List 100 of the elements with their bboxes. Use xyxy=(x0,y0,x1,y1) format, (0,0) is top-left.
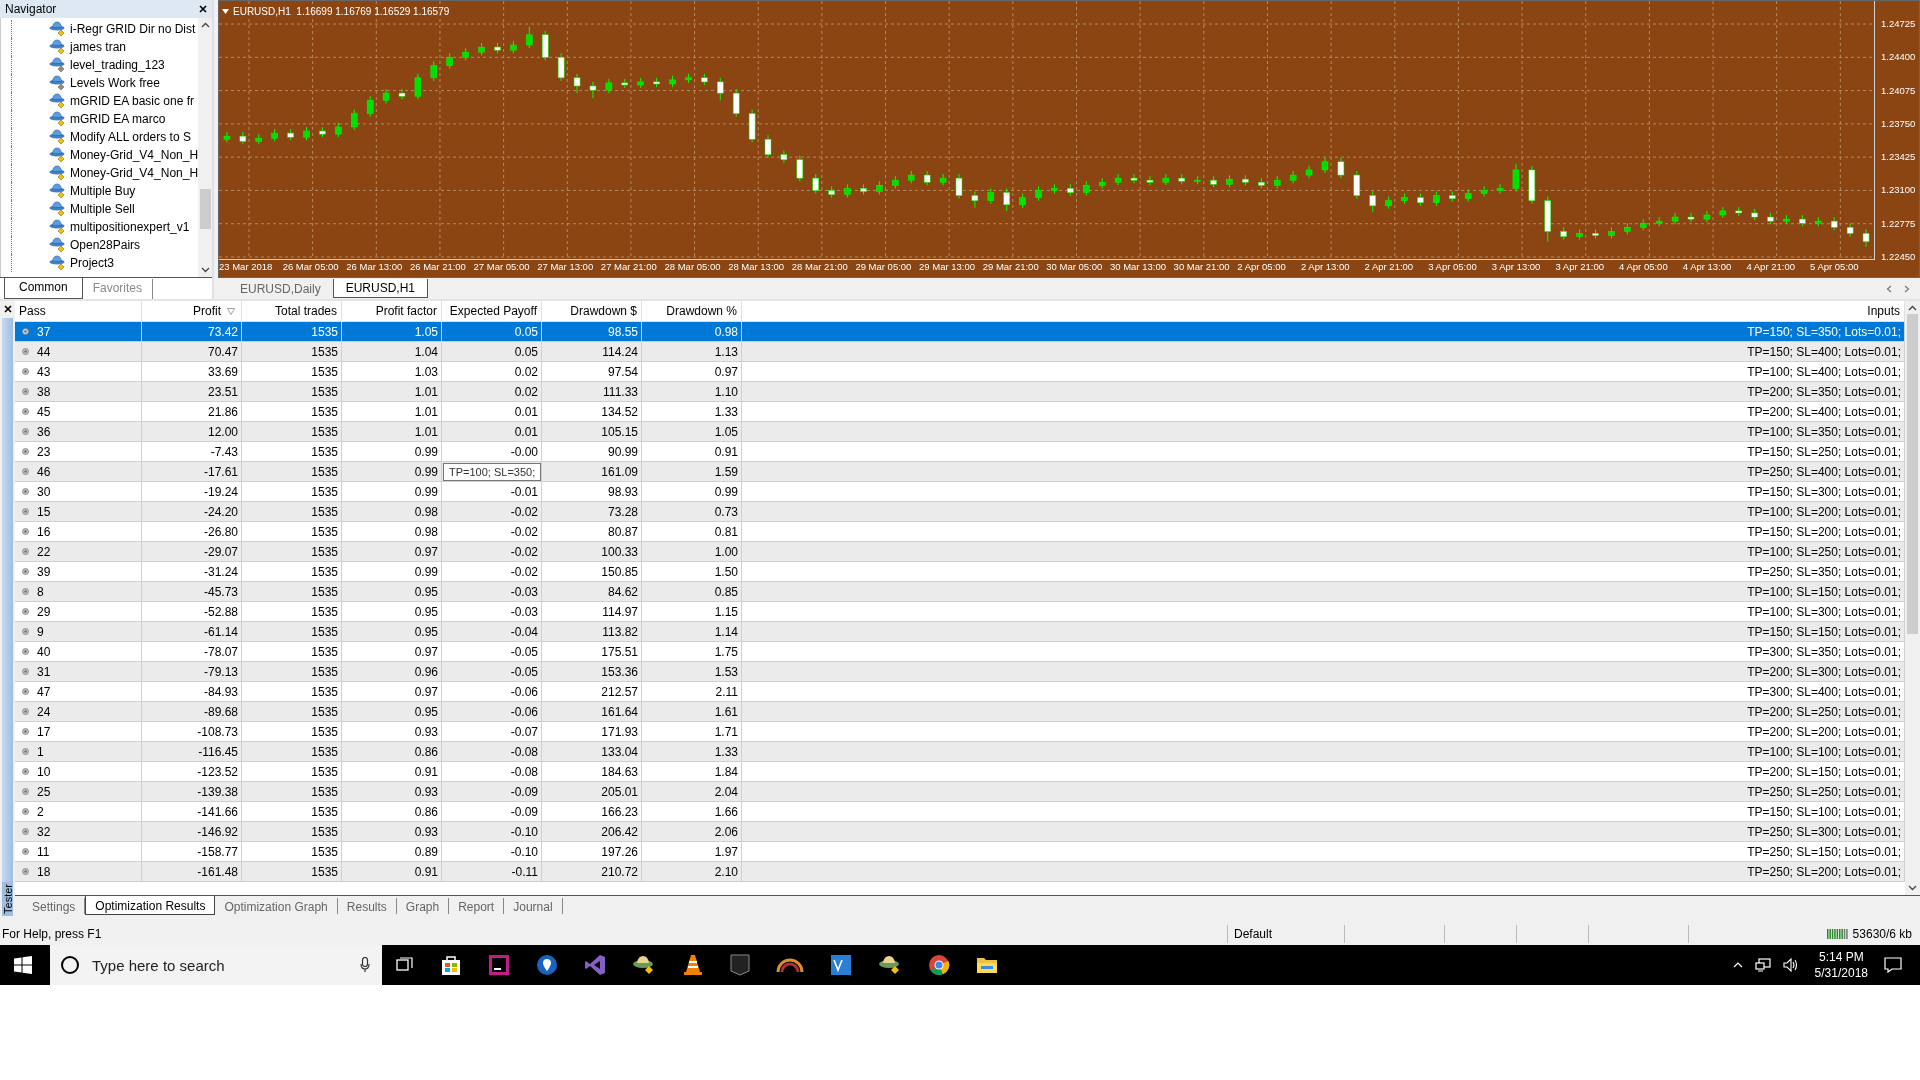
scrollbar-thumb[interactable] xyxy=(1907,314,1918,634)
scroll-down-icon[interactable] xyxy=(201,267,211,273)
navigator-item[interactable]: Multiple Buy xyxy=(70,184,136,198)
table-row[interactable]: 11 -158.77 1535 0.89 -0.10 197.26 1.97 TP=250; SL=150; Lots=0.01; xyxy=(15,842,1905,862)
navigator-item[interactable]: Multiple Sell xyxy=(70,202,135,216)
map-pin-icon[interactable] xyxy=(536,954,558,976)
column-header[interactable]: Pass xyxy=(19,304,46,318)
tester-tab[interactable]: Results xyxy=(337,898,397,914)
column-header[interactable]: Profit xyxy=(193,304,221,318)
navigator-item[interactable]: mGRID EA basic one fr xyxy=(70,94,195,108)
hat-icon[interactable] xyxy=(632,954,656,976)
table-row[interactable]: 43 33.69 1535 1.03 0.02 97.54 0.97 TP=100; SL=400; Lots=0.01; xyxy=(15,362,1905,382)
shield-icon[interactable] xyxy=(730,954,750,976)
column-header[interactable]: Drawdown % xyxy=(666,304,737,318)
column-header[interactable]: Expected Payoff xyxy=(449,304,537,318)
chevron-up-icon[interactable] xyxy=(1732,962,1743,968)
app-tile-icon[interactable] xyxy=(488,954,510,976)
table-row[interactable]: 24 -89.68 1535 0.95 -0.06 161.64 1.61 TP=200; SL=250; Lots=0.01; xyxy=(15,702,1905,722)
table-row[interactable]: 15 -24.20 1535 0.98 -0.02 73.28 0.73 TP=100; SL=200; Lots=0.01; xyxy=(15,502,1905,522)
table-row[interactable]: 10 -123.52 1535 0.91 -0.08 184.63 1.84 TP=200; SL=150; Lots=0.01; xyxy=(15,762,1905,782)
clock-time[interactable]: 5:14 PM xyxy=(1818,949,1864,965)
scroll-up-icon[interactable] xyxy=(201,22,211,28)
app-tile-icon[interactable] xyxy=(830,954,852,976)
folder-icon[interactable] xyxy=(976,955,998,975)
ribbon-icon[interactable] xyxy=(584,954,606,976)
navigator-item[interactable]: level_trading_123 xyxy=(70,58,165,72)
table-row[interactable]: 30 -19.24 1535 0.99 -0.01 98.93 0.99 TP=150; SL=300; Lots=0.01; xyxy=(15,482,1905,502)
traffic-cone-icon[interactable] xyxy=(682,954,704,976)
speaker-icon[interactable] xyxy=(1782,958,1799,972)
clock-date[interactable]: 5/31/2018 xyxy=(1814,965,1868,981)
table-cell: 0.97 xyxy=(714,364,738,379)
table-row[interactable]: 36 12.00 1535 1.01 0.01 105.15 1.05 TP=100; SL=350; Lots=0.01; xyxy=(15,422,1905,442)
tester-tab[interactable]: Optimization Graph xyxy=(215,898,338,914)
shopping-bag-icon[interactable] xyxy=(440,954,462,976)
table-row[interactable]: 16 -26.80 1535 0.98 -0.02 80.87 0.81 TP=150; SL=200; Lots=0.01; xyxy=(15,522,1905,542)
scrollbar[interactable] xyxy=(198,18,212,277)
table-row[interactable]: 2 -141.66 1535 0.86 -0.09 166.23 1.66 TP=150; SL=100; Lots=0.01; xyxy=(15,802,1905,822)
table-row[interactable]: 18 -161.48 1535 0.91 -0.11 210.72 2.10 TP=250; SL=200; Lots=0.01; xyxy=(15,862,1905,882)
table-row[interactable]: 44 70.47 1535 1.04 0.05 114.24 1.13 TP=150; SL=400; Lots=0.01; xyxy=(15,342,1905,362)
scroll-down-icon[interactable] xyxy=(1908,885,1917,891)
scroll-right-icon[interactable] xyxy=(1904,284,1910,293)
table-row[interactable]: 25 -139.38 1535 0.93 -0.09 205.01 2.04 TP=250; SL=250; Lots=0.01; xyxy=(15,782,1905,802)
table-row[interactable]: 40 -78.07 1535 0.97 -0.05 175.51 1.75 TP=300; SL=350; Lots=0.01; xyxy=(15,642,1905,662)
search-field[interactable]: Type here to search xyxy=(90,955,350,975)
task-view-icon[interactable] xyxy=(396,957,414,973)
hat-icon[interactable] xyxy=(878,954,902,976)
chart-tab[interactable]: EURUSD,H1 xyxy=(332,279,429,298)
table-row[interactable]: 29 -52.88 1535 0.95 -0.03 114.97 1.15 TP=100; SL=300; Lots=0.01; xyxy=(15,602,1905,622)
search-box[interactable]: Type here to search xyxy=(50,945,382,985)
column-header[interactable]: Inputs xyxy=(1867,304,1900,318)
dropdown-arrow-icon[interactable] xyxy=(222,9,229,14)
navigator-item[interactable]: Open28Pairs xyxy=(70,238,141,252)
candle xyxy=(1337,157,1345,179)
navigator-item[interactable]: Money-Grid_V4_Non_H xyxy=(70,166,199,180)
table-cell: 166.23 xyxy=(601,804,638,819)
network-icon[interactable] xyxy=(1754,958,1771,972)
chart-tab[interactable]: EURUSD,Daily xyxy=(228,279,333,298)
table-row[interactable]: 17 -108.73 1535 0.93 -0.07 171.93 1.71 TP=200; SL=200; Lots=0.01; xyxy=(15,722,1905,742)
table-row[interactable]: 39 -31.24 1535 0.99 -0.02 150.85 1.50 TP=250; SL=350; Lots=0.01; xyxy=(15,562,1905,582)
close-icon[interactable] xyxy=(199,5,207,13)
tester-tab[interactable]: Graph xyxy=(396,898,450,914)
table-cell: 11 xyxy=(37,844,50,859)
table-row[interactable]: 47 -84.93 1535 0.97 -0.06 212.57 2.11 TP=300; SL=400; Lots=0.01; xyxy=(15,682,1905,702)
scroll-left-icon[interactable] xyxy=(1886,284,1892,293)
windows-logo-icon[interactable] xyxy=(14,956,32,974)
column-header[interactable]: Drawdown $ xyxy=(570,304,637,318)
table-row[interactable]: 1 -116.45 1535 0.86 -0.08 133.04 1.33 TP=100; SL=100; Lots=0.01; xyxy=(15,742,1905,762)
navigator-item[interactable]: Levels Work free xyxy=(70,76,160,90)
candle xyxy=(876,180,883,196)
table-row[interactable]: 23 -7.43 1535 0.99 -0.00 90.99 0.91 TP=150; SL=250; Lots=0.01; xyxy=(15,442,1905,462)
close-icon[interactable] xyxy=(3,305,12,313)
tester-tab[interactable]: Optimization Results xyxy=(85,896,216,915)
scrollbar-thumb[interactable] xyxy=(200,189,212,229)
navigator-item[interactable]: Project3 xyxy=(70,256,115,270)
navigator-item[interactable]: Modify ALL orders to S xyxy=(70,130,191,144)
table-row[interactable]: 22 -29.07 1535 0.97 -0.02 100.33 1.00 TP=100; SL=250; Lots=0.01; xyxy=(15,542,1905,562)
table-row[interactable]: 31 -79.13 1535 0.96 -0.05 153.36 1.53 TP=200; SL=300; Lots=0.01; xyxy=(15,662,1905,682)
navigator-tab[interactable]: Common xyxy=(4,278,83,299)
table-row[interactable]: 45 21.86 1535 1.01 0.01 134.52 1.33 TP=200; SL=400; Lots=0.01; xyxy=(15,402,1905,422)
table-row[interactable]: 32 -146.92 1535 0.93 -0.10 206.42 2.06 TP=250; SL=300; Lots=0.01; xyxy=(15,822,1905,842)
table-row[interactable]: 37 73.42 1535 1.05 0.05 98.55 0.98 TP=150; SL=350; Lots=0.01; xyxy=(15,322,1905,342)
table-row[interactable]: 38 23.51 1535 1.01 0.02 111.33 1.10 TP=200; SL=350; Lots=0.01; xyxy=(15,382,1905,402)
tester-tab[interactable]: Journal xyxy=(504,898,563,914)
scrollbar[interactable] xyxy=(1905,301,1920,895)
notification-icon[interactable] xyxy=(1884,957,1902,973)
navigator-item[interactable]: i-Regr GRID Dir no Dist xyxy=(70,22,196,36)
column-header[interactable]: Total trades xyxy=(274,304,337,318)
table-row[interactable]: 9 -61.14 1535 0.95 -0.04 113.82 1.14 TP=150; SL=150; Lots=0.01; xyxy=(15,622,1905,642)
table-row[interactable]: 8 -45.73 1535 0.95 -0.03 84.62 0.85 TP=100; SL=150; Lots=0.01; xyxy=(15,582,1905,602)
tester-tab[interactable]: Report xyxy=(449,898,505,914)
navigator-tab[interactable]: Favorites xyxy=(82,279,154,299)
navigator-item[interactable]: mGRID EA marco xyxy=(70,112,166,126)
navigator-item[interactable]: multipositionexpert_v1 xyxy=(70,220,190,234)
microphone-icon[interactable] xyxy=(360,957,370,973)
navigator-item[interactable]: Money-Grid_V4_Non_H xyxy=(70,148,199,162)
browser-icon[interactable] xyxy=(928,954,950,976)
navigator-item[interactable]: james tran xyxy=(70,40,127,54)
sort-icon[interactable] xyxy=(227,307,235,315)
scroll-up-icon[interactable] xyxy=(1908,305,1917,311)
column-header[interactable]: Profit factor xyxy=(375,304,437,318)
